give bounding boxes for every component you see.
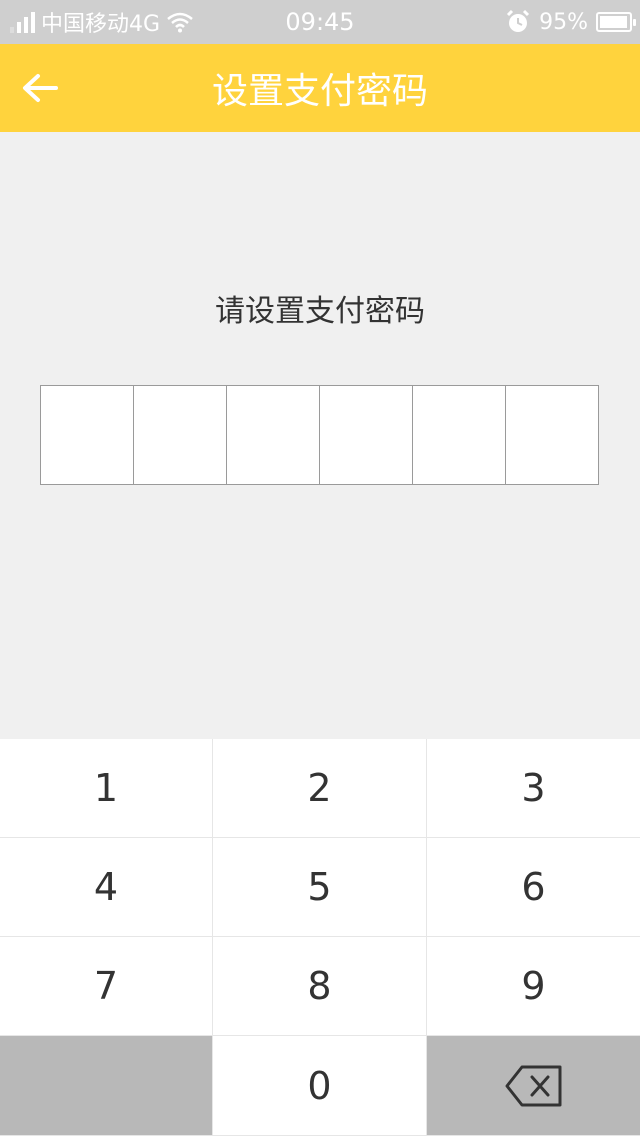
alarm-icon xyxy=(507,9,530,32)
key-9[interactable]: 9 xyxy=(427,937,640,1036)
password-prompt: 请设置支付密码 xyxy=(215,294,425,329)
header: 设置支付密码 xyxy=(0,44,640,132)
password-digit-box[interactable] xyxy=(506,386,598,484)
key-5[interactable]: 5 xyxy=(213,838,427,937)
battery-icon xyxy=(596,12,636,32)
key-2[interactable]: 2 xyxy=(213,739,427,838)
key-0[interactable]: 0 xyxy=(213,1036,427,1136)
key-4[interactable]: 4 xyxy=(0,838,213,937)
numeric-keypad: 1 2 3 4 5 6 7 8 9 0 xyxy=(0,739,640,1136)
password-input[interactable] xyxy=(40,385,599,485)
password-digit-box[interactable] xyxy=(41,386,134,484)
battery-fill xyxy=(600,16,627,28)
key-7[interactable]: 7 xyxy=(0,937,213,1036)
key-blank xyxy=(0,1036,213,1136)
status-bar: 中国移动4G 09:45 95% xyxy=(0,0,640,44)
key-3[interactable]: 3 xyxy=(427,739,640,838)
password-digit-box[interactable] xyxy=(413,386,506,484)
delete-button[interactable] xyxy=(427,1036,640,1136)
key-1[interactable]: 1 xyxy=(0,739,213,838)
password-digit-box[interactable] xyxy=(227,386,320,484)
app-root: 中国移动4G 09:45 95% 设置支付密码 请设置支付密码 1 2 3 4 … xyxy=(0,0,640,1136)
key-6[interactable]: 6 xyxy=(427,838,640,937)
key-8[interactable]: 8 xyxy=(213,937,427,1036)
backspace-icon xyxy=(505,1065,561,1106)
password-digit-box[interactable] xyxy=(134,386,227,484)
battery-percent: 95% xyxy=(539,9,588,35)
status-right: 95% xyxy=(505,0,636,44)
password-digit-box[interactable] xyxy=(320,386,413,484)
page-title: 设置支付密码 xyxy=(211,71,428,112)
